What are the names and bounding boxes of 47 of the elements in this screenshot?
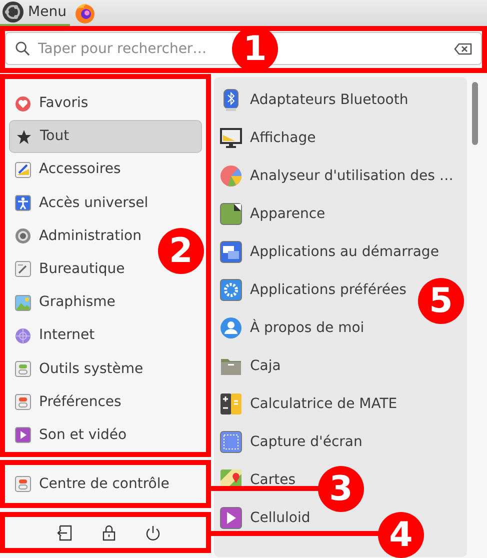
search-icon bbox=[15, 41, 30, 56]
gear-icon bbox=[220, 279, 242, 301]
page-icon bbox=[220, 203, 242, 225]
play-icon bbox=[220, 507, 242, 529]
category-item[interactable]: Accessoires bbox=[9, 153, 127, 187]
app-item[interactable]: Capture d'écran bbox=[214, 423, 467, 461]
logo-icon bbox=[2, 1, 24, 23]
toggle-icon bbox=[15, 394, 31, 410]
app-item[interactable]: Caja bbox=[214, 347, 467, 385]
pie-chart-icon bbox=[220, 165, 242, 187]
calculator-icon bbox=[220, 393, 242, 415]
user-icon bbox=[220, 317, 242, 339]
document-icon bbox=[15, 261, 31, 278]
toggle-icon bbox=[15, 361, 31, 377]
windows-icon bbox=[220, 241, 242, 263]
category-item[interactable]: Bureautique bbox=[9, 252, 131, 286]
app-item[interactable]: Calculatrice de MATE bbox=[214, 385, 467, 423]
number-callout: 2 bbox=[158, 228, 204, 274]
category-item[interactable]: Son et vidéo bbox=[9, 418, 133, 452]
clear-icon[interactable] bbox=[454, 43, 472, 55]
browser-icon[interactable] bbox=[74, 2, 96, 24]
monitor-icon bbox=[220, 127, 242, 149]
app-item[interactable]: Apparence bbox=[214, 195, 467, 233]
toggle-icon bbox=[15, 476, 31, 492]
category-item[interactable]: Administration bbox=[9, 220, 148, 253]
app-item[interactable]: Affichage bbox=[214, 119, 467, 157]
target-icon bbox=[15, 228, 31, 244]
star-icon bbox=[16, 128, 32, 145]
category-item[interactable]: Favoris bbox=[9, 87, 94, 120]
category-item[interactable]: Internet bbox=[9, 319, 101, 352]
app-item[interactable]: Adaptateurs Bluetooth bbox=[214, 81, 467, 119]
category-item[interactable]: Accès universel bbox=[9, 186, 154, 220]
image-icon bbox=[15, 294, 31, 311]
category-item[interactable]: Outils système bbox=[9, 352, 150, 386]
category-item[interactable]: Préférences bbox=[9, 386, 128, 419]
category-item[interactable]: Graphisme bbox=[9, 286, 122, 320]
play-icon bbox=[15, 427, 31, 444]
app-item[interactable]: Applications au démarrage bbox=[214, 233, 467, 271]
category-item[interactable]: Centre de contrôle bbox=[9, 467, 176, 501]
pencil-icon bbox=[15, 162, 31, 178]
person-icon bbox=[15, 195, 31, 212]
app-item[interactable]: Analyseur d'utilisation des … bbox=[214, 157, 467, 195]
menu-button[interactable]: Menu bbox=[0, 0, 70, 26]
screenshot-icon bbox=[220, 431, 242, 453]
scrollbar-thumb[interactable] bbox=[472, 82, 478, 145]
category-item[interactable]: Tout bbox=[9, 120, 202, 154]
globe-icon bbox=[15, 328, 31, 344]
